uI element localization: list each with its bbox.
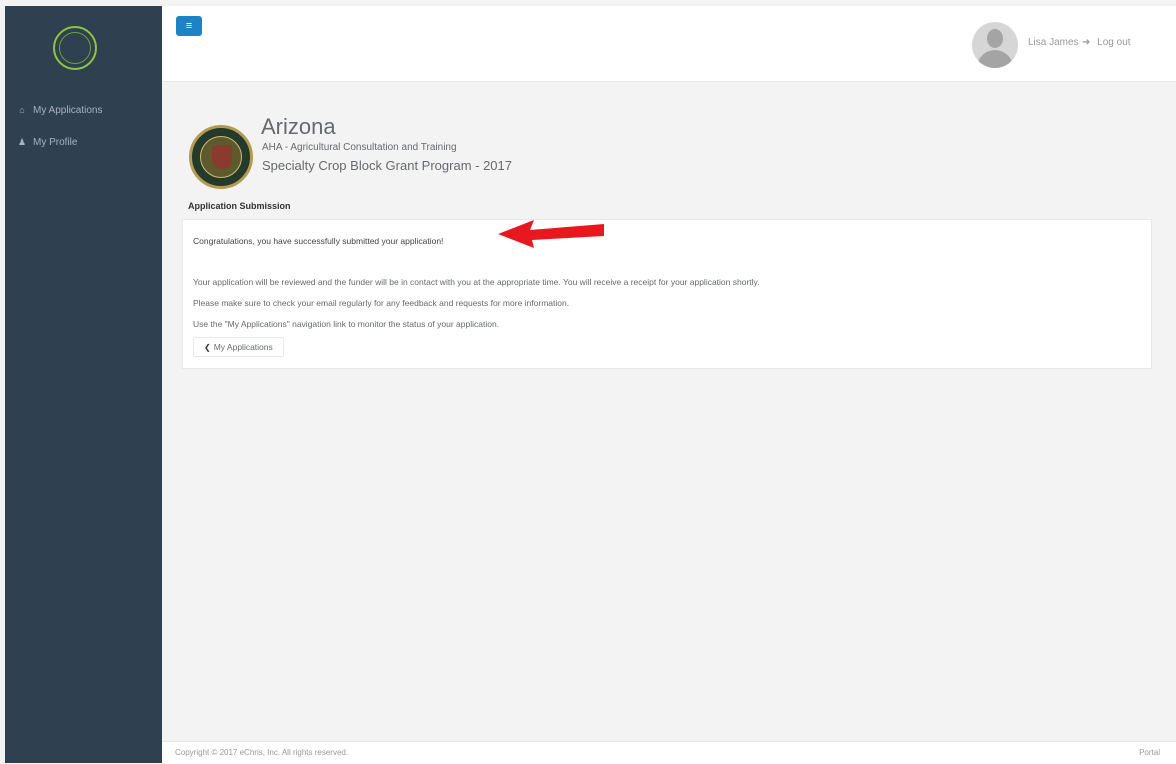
sidebar: ⌂ My Applications ♟ My Profile	[5, 6, 162, 763]
success-message: Congratulations, you have successfully s…	[193, 236, 444, 246]
sidebar-item-label: My Profile	[33, 136, 78, 148]
sidebar-item-label: My Applications	[33, 104, 103, 116]
info-text-navigation: Use the "My Applications" navigation lin…	[193, 319, 500, 329]
sign-out-icon: ➜	[1082, 37, 1091, 48]
sidebar-item-my-applications[interactable]: ⌂ My Applications	[5, 94, 162, 126]
footer: Copyright © 2017 eChris, Inc. All rights…	[162, 741, 1176, 764]
my-applications-button-label: My Applications	[213, 342, 273, 352]
menu-toggle-button[interactable]: ≡	[176, 16, 202, 36]
program-title: Specialty Crop Block Grant Program - 201…	[262, 158, 512, 173]
user-name: Lisa James	[1028, 37, 1079, 48]
copyright-text: Copyright © 2017 eChris, Inc. All rights…	[175, 748, 349, 757]
section-heading: Application Submission	[188, 201, 291, 211]
home-icon: ⌂	[19, 105, 25, 115]
sidebar-nav: ⌂ My Applications ♟ My Profile	[5, 94, 162, 158]
info-text-email: Please make sure to check your email reg…	[193, 298, 570, 308]
my-applications-button[interactable]: ❮ My Applications	[193, 337, 284, 357]
footer-portal-text: Portal	[1139, 748, 1160, 757]
red-arrow-annotation	[498, 220, 604, 248]
arizona-seal-logo	[189, 125, 253, 189]
logout-link[interactable]: ➜ Log out	[1082, 37, 1131, 48]
logout-label: Log out	[1097, 37, 1131, 48]
info-text-review: Your application will be reviewed and th…	[193, 277, 760, 287]
submission-panel: Congratulations, you have successfully s…	[182, 219, 1152, 369]
sidebar-item-my-profile[interactable]: ♟ My Profile	[5, 126, 162, 158]
hamburger-icon: ≡	[185, 20, 193, 32]
chevron-left-icon: ❮	[204, 342, 211, 352]
page-title: Arizona	[261, 114, 336, 139]
top-navbar: ≡ Lisa James ➜ Log out	[162, 6, 1176, 82]
logo	[53, 26, 97, 70]
user-icon: ♟	[17, 136, 27, 147]
org-subtitle: AHA - Agricultural Consultation and Trai…	[262, 142, 457, 153]
avatar	[972, 22, 1018, 68]
